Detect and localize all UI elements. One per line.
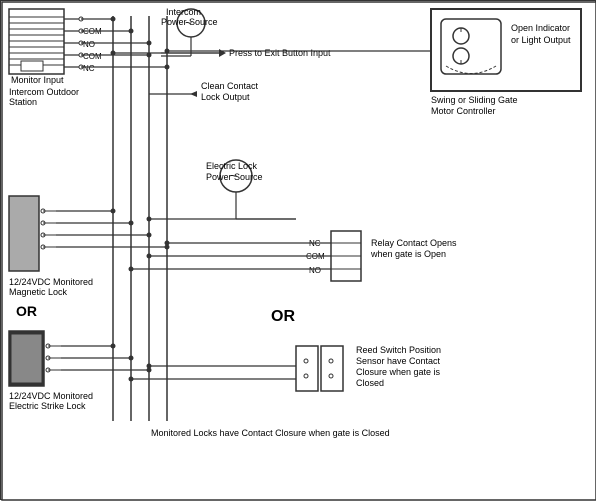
svg-text:when gate is Open: when gate is Open bbox=[370, 249, 446, 259]
svg-text:Station: Station bbox=[9, 97, 37, 107]
svg-text:Open Indicator: Open Indicator bbox=[511, 23, 570, 33]
svg-text:12/24VDC Monitored: 12/24VDC Monitored bbox=[9, 277, 93, 287]
svg-text:OR: OR bbox=[16, 303, 37, 319]
svg-text:Clean Contact: Clean Contact bbox=[201, 81, 259, 91]
svg-text:Swing or Sliding Gate: Swing or Sliding Gate bbox=[431, 95, 518, 105]
svg-text:Monitor Input: Monitor Input bbox=[11, 75, 64, 85]
svg-text:Press to Exit Button Input: Press to Exit Button Input bbox=[229, 48, 331, 58]
svg-text:NO: NO bbox=[83, 40, 95, 49]
svg-text:Intercom Outdoor: Intercom Outdoor bbox=[9, 87, 79, 97]
svg-text:NC: NC bbox=[83, 64, 95, 73]
svg-text:Magnetic Lock: Magnetic Lock bbox=[9, 287, 68, 297]
svg-text:Motor Controller: Motor Controller bbox=[431, 106, 496, 116]
svg-text:Closed: Closed bbox=[356, 378, 384, 388]
svg-text:Electric Lock: Electric Lock bbox=[206, 161, 258, 171]
svg-text:Reed Switch Position: Reed Switch Position bbox=[356, 345, 441, 355]
wiring-diagram: Monitor Input COM NO COM NC Intercom Out… bbox=[0, 0, 596, 500]
svg-text:NO: NO bbox=[309, 266, 321, 275]
svg-text:12/24VDC Monitored: 12/24VDC Monitored bbox=[9, 391, 93, 401]
svg-text:Monitored Locks have Contact C: Monitored Locks have Contact Closure whe… bbox=[151, 428, 390, 438]
svg-text:Electric Strike Lock: Electric Strike Lock bbox=[9, 401, 86, 411]
svg-text:Power Source: Power Source bbox=[161, 17, 218, 27]
svg-text:Lock Output: Lock Output bbox=[201, 92, 250, 102]
svg-text:Intercom: Intercom bbox=[166, 7, 201, 17]
svg-text:or Light Output: or Light Output bbox=[511, 35, 571, 45]
svg-text:OR: OR bbox=[271, 308, 295, 325]
svg-text:Power Source: Power Source bbox=[206, 172, 263, 182]
svg-text:Relay Contact Opens: Relay Contact Opens bbox=[371, 238, 457, 248]
svg-text:Sensor have Contact: Sensor have Contact bbox=[356, 356, 441, 366]
svg-text:COM: COM bbox=[83, 52, 102, 61]
svg-text:Closure when gate is: Closure when gate is bbox=[356, 367, 441, 377]
